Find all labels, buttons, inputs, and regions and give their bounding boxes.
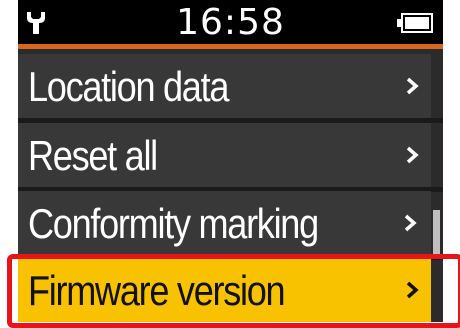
clock-time: 16:58 [176, 2, 285, 43]
scrollbar-thumb[interactable] [433, 210, 440, 254]
menu-item-label: Conformity marking [28, 200, 319, 247]
menu-item-label: Reset all [28, 132, 158, 179]
chevron-right-icon [404, 214, 417, 232]
chevron-right-icon [406, 77, 419, 95]
menu-item-conformity-marking[interactable]: Conformity marking [18, 191, 431, 255]
status-bar-accent-line [18, 44, 443, 49]
menu-item-reset-all[interactable]: Reset all [18, 123, 431, 187]
chevron-right-icon [406, 146, 419, 164]
battery-full-icon [397, 13, 433, 33]
menu-item-location-data[interactable]: Location data [18, 54, 431, 118]
selection-highlight-frame [7, 254, 460, 328]
status-bar: 16:58 [18, 0, 443, 44]
menu-item-label: Location data [28, 63, 229, 110]
